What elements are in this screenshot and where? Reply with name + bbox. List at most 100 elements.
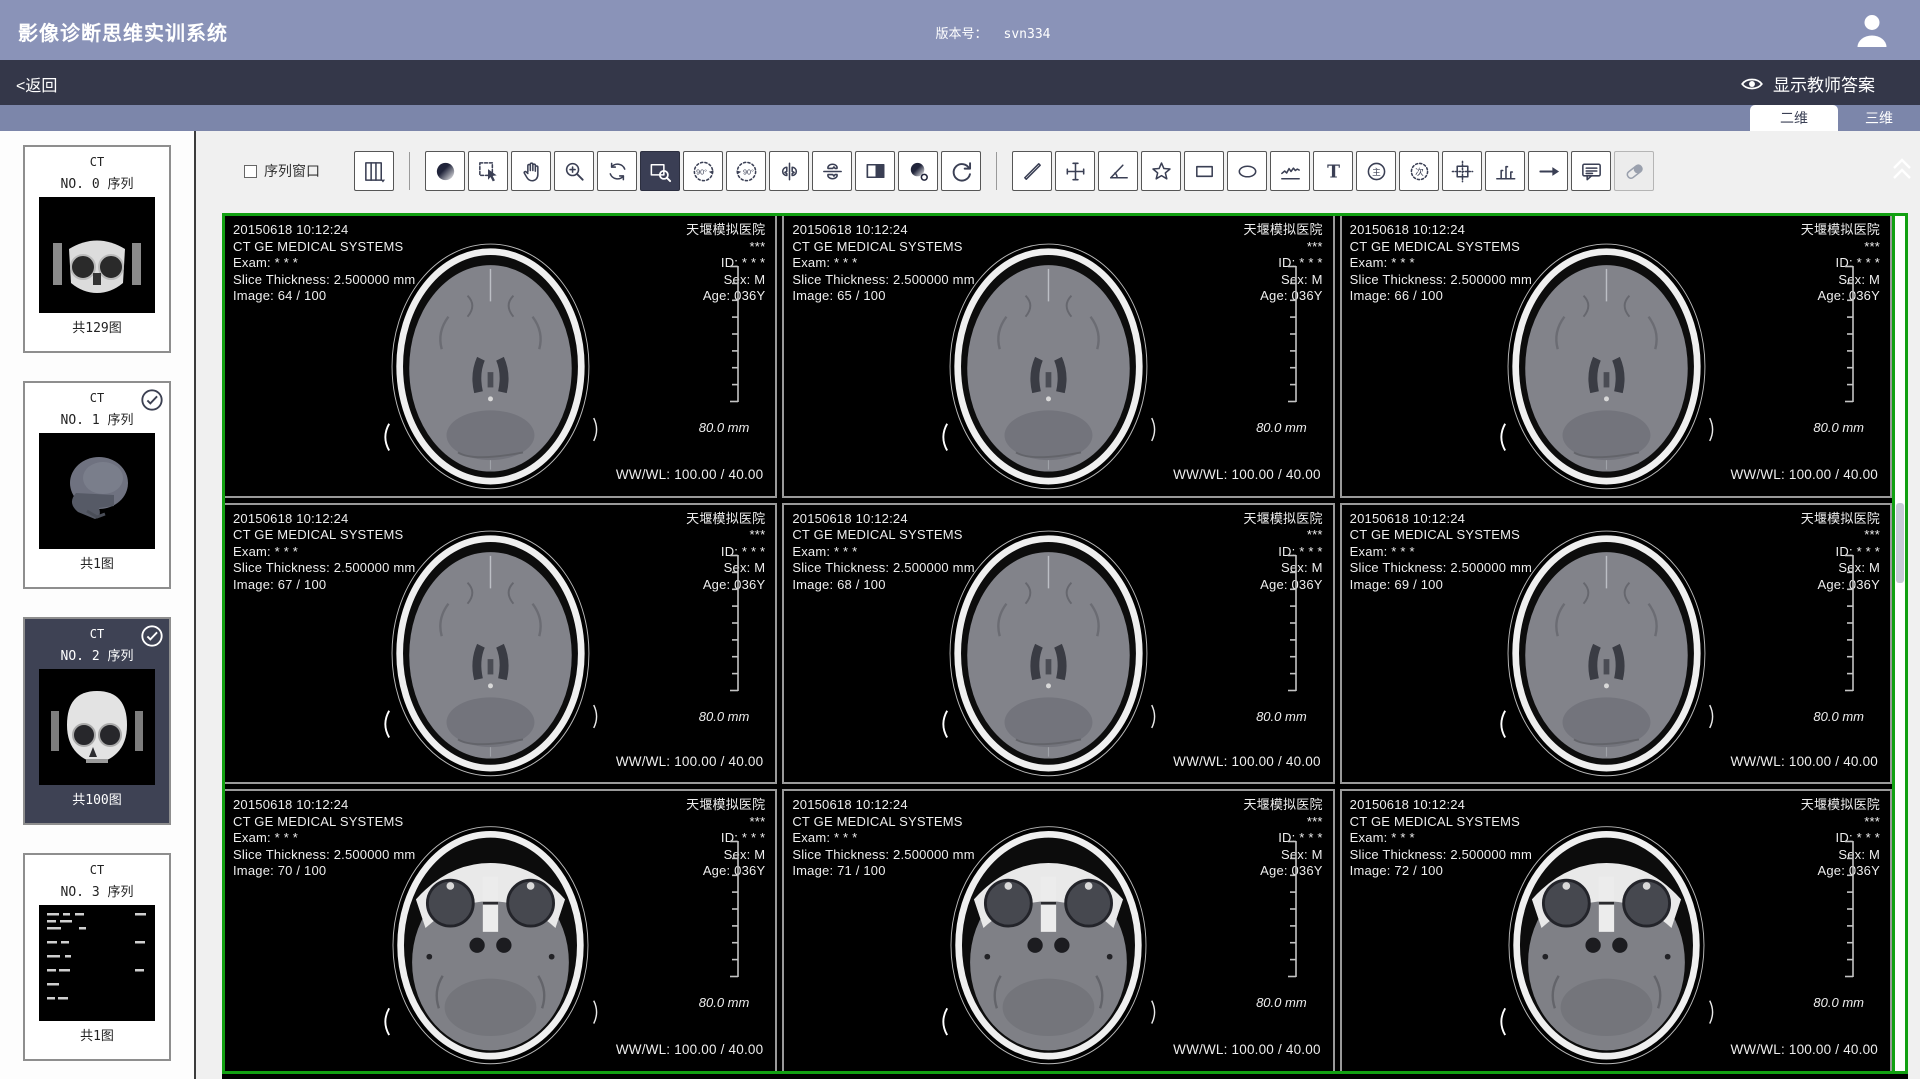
rotate-cycle-icon bbox=[605, 159, 630, 184]
window-level-label: WW/WL: 100.00 / 40.00 bbox=[1173, 467, 1321, 484]
manufacturer-label: CT GE MEDICAL SYSTEMS bbox=[233, 527, 415, 544]
version-info: 版本号：svn334 bbox=[33, 23, 1920, 42]
series-card-0[interactable]: CT NO. 0 序列 共129图 bbox=[23, 145, 171, 353]
version-label: 版本号： bbox=[936, 26, 988, 41]
series-modality: CT bbox=[25, 863, 169, 877]
manufacturer-label: CT GE MEDICAL SYSTEMS bbox=[1350, 814, 1532, 831]
tab-2d[interactable]: 二维 bbox=[1750, 105, 1838, 131]
acquisition-datetime: 20150618 10:12:24 bbox=[792, 222, 974, 239]
reset-button[interactable] bbox=[941, 151, 981, 191]
layout-selector-button[interactable] bbox=[354, 151, 394, 191]
angle-measure-button[interactable] bbox=[1098, 151, 1138, 191]
cell-overlay-topleft: 20150618 10:12:24 CT GE MEDICAL SYSTEMS … bbox=[1350, 797, 1532, 880]
length-measure-icon bbox=[1020, 159, 1045, 184]
ellipse-roi-icon bbox=[1235, 159, 1260, 184]
star-roi-button[interactable] bbox=[1141, 151, 1181, 191]
scale-label: 80.0 mm bbox=[1256, 995, 1307, 1010]
eye-icon bbox=[1740, 75, 1764, 93]
series-thumbnail bbox=[39, 197, 155, 313]
svg-text:90°: 90° bbox=[742, 167, 753, 176]
viewport-cell-1[interactable]: 20150618 10:12:24 CT GE MEDICAL SYSTEMS … bbox=[782, 216, 1334, 498]
eraser-button[interactable] bbox=[1614, 151, 1654, 191]
show-teacher-answer-label: 显示教师答案 bbox=[1773, 71, 1875, 96]
viewport-cell-5[interactable]: 20150618 10:12:24 CT GE MEDICAL SYSTEMS … bbox=[1340, 503, 1892, 785]
svg-text:次: 次 bbox=[1415, 165, 1424, 176]
exam-label: Exam: * * * bbox=[1350, 255, 1532, 272]
hospital-label: 天堰模拟医院 bbox=[686, 797, 765, 814]
flip-horizontal-button[interactable] bbox=[769, 151, 809, 191]
scrollbar-thumb[interactable] bbox=[1896, 503, 1904, 583]
profile-histogram-button[interactable] bbox=[1485, 151, 1525, 191]
secondary-marker-button[interactable]: 次 bbox=[1399, 151, 1439, 191]
cell-overlay-topleft: 20150618 10:12:24 CT GE MEDICAL SYSTEMS … bbox=[233, 797, 415, 880]
series-card-2[interactable]: CT NO. 2 序列 共100图 bbox=[23, 617, 171, 825]
curve-roi-button[interactable] bbox=[1270, 151, 1310, 191]
ellipse-roi-button[interactable] bbox=[1227, 151, 1267, 191]
tab-3d[interactable]: 三维 bbox=[1844, 105, 1914, 131]
zoom-button[interactable] bbox=[554, 151, 594, 191]
manufacturer-label: CT GE MEDICAL SYSTEMS bbox=[792, 239, 974, 256]
viewport-cell-6[interactable]: 20150618 10:12:24 CT GE MEDICAL SYSTEMS … bbox=[225, 789, 777, 1071]
series-card-3[interactable]: CT NO. 3 序列 共1图 bbox=[23, 853, 171, 1061]
image-grid: 20150618 10:12:24 CT GE MEDICAL SYSTEMS … bbox=[225, 216, 1892, 1071]
comment-icon bbox=[1579, 159, 1604, 184]
viewport-cell-8[interactable]: 20150618 10:12:24 CT GE MEDICAL SYSTEMS … bbox=[1340, 789, 1892, 1071]
exam-label: Exam: * * * bbox=[233, 255, 415, 272]
patient-name-masked: *** bbox=[1243, 527, 1322, 544]
rotate-ccw-90-button[interactable]: 90° bbox=[683, 151, 723, 191]
scale-label: 80.0 mm bbox=[1813, 995, 1864, 1010]
series-thumbnail bbox=[39, 669, 155, 785]
pan-button[interactable] bbox=[511, 151, 551, 191]
acquisition-datetime: 20150618 10:12:24 bbox=[233, 511, 415, 528]
person-icon[interactable] bbox=[1852, 10, 1892, 50]
rotate-cw-90-button[interactable]: 90° bbox=[726, 151, 766, 191]
center-locate-button[interactable] bbox=[1442, 151, 1482, 191]
rotate-ccw-90-icon: 90° bbox=[691, 159, 716, 184]
comment-button[interactable] bbox=[1571, 151, 1611, 191]
viewport-cell-0[interactable]: 20150618 10:12:24 CT GE MEDICAL SYSTEMS … bbox=[225, 216, 777, 498]
scale-ruler bbox=[725, 839, 741, 979]
cross-measure-button[interactable] bbox=[1055, 151, 1095, 191]
hospital-label: 天堰模拟医院 bbox=[1801, 511, 1880, 528]
window-level-label: WW/WL: 100.00 / 40.00 bbox=[1173, 1042, 1321, 1059]
viewer-area: 20150618 10:12:24 CT GE MEDICAL SYSTEMS … bbox=[222, 213, 1908, 1079]
invert-button[interactable] bbox=[855, 151, 895, 191]
image-number-label: Image: 69 / 100 bbox=[1350, 577, 1532, 594]
flip-horizontal-icon bbox=[777, 159, 802, 184]
grid-scrollbar[interactable] bbox=[1892, 216, 1905, 1071]
arrow-annotation-button[interactable] bbox=[1528, 151, 1568, 191]
text-annotation-button[interactable]: T bbox=[1313, 151, 1353, 191]
rect-select-button[interactable] bbox=[468, 151, 508, 191]
main-marker-button[interactable]: 主 bbox=[1356, 151, 1396, 191]
scale-ruler bbox=[1283, 839, 1299, 979]
acquisition-datetime: 20150618 10:12:24 bbox=[233, 797, 415, 814]
scale-label: 80.0 mm bbox=[1256, 709, 1307, 724]
viewport-cell-2[interactable]: 20150618 10:12:24 CT GE MEDICAL SYSTEMS … bbox=[1340, 216, 1892, 498]
series-card-1[interactable]: CT NO. 1 序列 共1图 bbox=[23, 381, 171, 589]
flip-vertical-button[interactable] bbox=[812, 151, 852, 191]
rect-roi-button[interactable] bbox=[1184, 151, 1224, 191]
invert-window-button[interactable] bbox=[898, 151, 938, 191]
viewport-cell-3[interactable]: 20150618 10:12:24 CT GE MEDICAL SYSTEMS … bbox=[225, 503, 777, 785]
back-button[interactable]: <返回 bbox=[16, 72, 57, 96]
scale-ruler bbox=[1840, 553, 1856, 693]
cell-overlay-topleft: 20150618 10:12:24 CT GE MEDICAL SYSTEMS … bbox=[233, 222, 415, 305]
show-teacher-answer-button[interactable]: 显示教师答案 bbox=[1740, 71, 1875, 96]
viewport-cell-7[interactable]: 20150618 10:12:24 CT GE MEDICAL SYSTEMS … bbox=[782, 789, 1334, 1071]
star-roi-icon bbox=[1149, 159, 1174, 184]
rotate-cycle-button[interactable] bbox=[597, 151, 637, 191]
window-shade-button[interactable] bbox=[425, 151, 465, 191]
cell-overlay-topleft: 20150618 10:12:24 CT GE MEDICAL SYSTEMS … bbox=[1350, 222, 1532, 305]
series-window-checkbox[interactable] bbox=[244, 165, 257, 178]
viewport-cell-4[interactable]: 20150618 10:12:24 CT GE MEDICAL SYSTEMS … bbox=[782, 503, 1334, 785]
series-image-count: 共129图 bbox=[25, 317, 169, 336]
acquisition-datetime: 20150618 10:12:24 bbox=[1350, 797, 1532, 814]
image-number-label: Image: 65 / 100 bbox=[792, 288, 974, 305]
zoom-region-button[interactable] bbox=[640, 151, 680, 191]
hospital-label: 天堰模拟医院 bbox=[686, 511, 765, 528]
length-measure-button[interactable] bbox=[1012, 151, 1052, 191]
layout-columns-icon bbox=[362, 159, 387, 184]
chevrons-up-icon[interactable] bbox=[1889, 152, 1915, 186]
exam-label: Exam: * * * bbox=[1350, 830, 1532, 847]
series-window-toggle[interactable]: 序列窗口 bbox=[244, 161, 320, 181]
